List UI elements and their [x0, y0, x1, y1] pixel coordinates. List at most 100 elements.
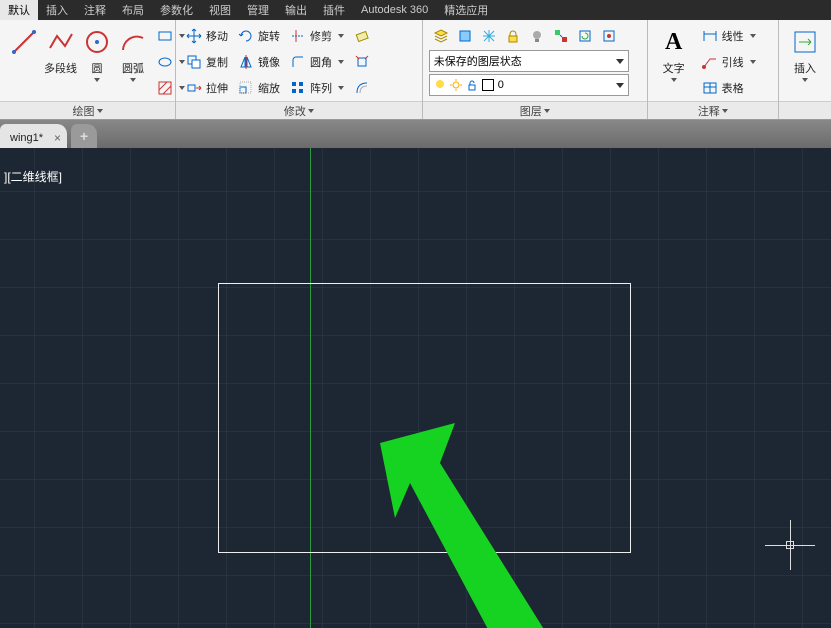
menu-layout[interactable]: 布局 — [114, 0, 152, 20]
array-button[interactable]: 阵列 — [286, 76, 348, 100]
bulb-icon — [434, 79, 446, 91]
polyline-button[interactable]: 多段线 — [42, 24, 79, 78]
dim-linear-button[interactable]: 线性 — [698, 24, 760, 48]
mirror-icon — [238, 54, 254, 70]
fillet-button[interactable]: 圆角 — [286, 50, 348, 74]
trim-icon — [290, 28, 306, 44]
circle-button[interactable]: 圆 — [79, 24, 115, 84]
stretch-icon — [186, 80, 202, 96]
erase-button[interactable] — [350, 24, 374, 48]
offset-icon — [354, 80, 370, 96]
unlock-icon — [466, 79, 478, 91]
array-icon — [290, 80, 306, 96]
arc-button[interactable]: 圆弧 — [115, 24, 151, 84]
menu-output[interactable]: 输出 — [277, 0, 315, 20]
ellipse-icon — [157, 54, 173, 70]
rotate-button[interactable]: 旋转 — [234, 24, 284, 48]
copy-icon — [186, 54, 202, 70]
drawing-canvas[interactable]: ][二维线框] — [0, 148, 831, 628]
move-button[interactable]: 移动 — [182, 24, 232, 48]
menu-parametric[interactable]: 参数化 — [152, 0, 201, 20]
insert-panel-title[interactable] — [779, 101, 831, 119]
text-icon: A — [658, 26, 690, 58]
menu-plugins[interactable]: 插件 — [315, 0, 353, 20]
leader-icon — [702, 54, 718, 70]
explode-button[interactable] — [350, 50, 374, 74]
polyline-icon — [45, 26, 77, 58]
arc-label: 圆弧 — [122, 60, 144, 76]
color-swatch — [482, 79, 494, 91]
layer-iso-button[interactable] — [453, 24, 477, 48]
menu-manage[interactable]: 管理 — [239, 0, 277, 20]
layer-freeze-button[interactable] — [477, 24, 501, 48]
layer-prev-icon — [577, 28, 593, 44]
snowflake-icon — [481, 28, 497, 44]
menu-featured[interactable]: 精选应用 — [436, 0, 496, 20]
scale-icon — [238, 80, 254, 96]
layer-more-button[interactable] — [597, 24, 621, 48]
menu-default[interactable]: 默认 — [0, 0, 38, 20]
layer-iso-icon — [457, 28, 473, 44]
menu-a360[interactable]: Autodesk 360 — [353, 2, 436, 18]
table-icon — [702, 80, 718, 96]
lock-icon — [505, 28, 521, 44]
close-icon[interactable]: × — [54, 131, 61, 145]
sun-icon — [450, 79, 462, 91]
drawing-tab-label: wing1* — [10, 132, 43, 144]
copy-button[interactable]: 复制 — [182, 50, 232, 74]
layer-prev-button[interactable] — [573, 24, 597, 48]
layers-panel-title[interactable]: 图层 — [423, 101, 647, 119]
leader-button[interactable]: 引线 — [698, 50, 760, 74]
layer-lock-button[interactable] — [501, 24, 525, 48]
explode-icon — [354, 54, 370, 70]
menu-annotate[interactable]: 注释 — [76, 0, 114, 20]
text-label: 文字 — [663, 60, 685, 76]
menu-bar: 默认 插入 注释 布局 参数化 视图 管理 输出 插件 Autodesk 360… — [0, 0, 831, 20]
annotate-panel-title[interactable]: 注释 — [648, 101, 778, 119]
layer-state-label: 未保存的图层状态 — [434, 53, 522, 69]
rectangle-object[interactable] — [218, 283, 631, 553]
insert-label: 插入 — [794, 60, 816, 76]
document-tab-bar: wing1* × + — [0, 120, 831, 148]
menu-insert[interactable]: 插入 — [38, 0, 76, 20]
viewport-label: ][二维线框] — [4, 168, 62, 185]
move-icon — [186, 28, 202, 44]
circle-icon — [81, 26, 113, 58]
scale-button[interactable]: 缩放 — [234, 76, 284, 100]
polyline-label: 多段线 — [44, 60, 77, 76]
erase-icon — [354, 28, 370, 44]
layer-match-button[interactable] — [549, 24, 573, 48]
line-icon — [8, 26, 40, 58]
layer-current-label: 0 — [498, 79, 504, 91]
insert-block-button[interactable]: 插入 — [785, 24, 825, 84]
layer-current-select[interactable]: 0 — [429, 74, 629, 96]
match-icon — [553, 28, 569, 44]
rotate-icon — [238, 28, 254, 44]
layers-icon — [433, 28, 449, 44]
mirror-button[interactable]: 镜像 — [234, 50, 284, 74]
layerprop-button[interactable] — [429, 24, 453, 48]
draw-panel-title[interactable]: 绘图 — [0, 101, 175, 119]
table-button[interactable]: 表格 — [698, 76, 760, 100]
drawing-tab[interactable]: wing1* × — [0, 124, 67, 148]
fillet-icon — [290, 54, 306, 70]
ribbon: 多段线 圆 圆弧 绘图 — [0, 20, 831, 120]
line-button[interactable] — [6, 24, 42, 60]
menu-view[interactable]: 视图 — [201, 0, 239, 20]
insert-block-icon — [789, 26, 821, 58]
dim-linear-icon — [702, 28, 718, 44]
arc-icon — [117, 26, 149, 58]
circle-label: 圆 — [92, 60, 103, 76]
hatch-icon — [157, 80, 173, 96]
trim-button[interactable]: 修剪 — [286, 24, 348, 48]
layer-off-button[interactable] — [525, 24, 549, 48]
layer-more-icon — [601, 28, 617, 44]
offset-button[interactable] — [350, 76, 374, 100]
modify-panel-title[interactable]: 修改 — [176, 101, 422, 119]
text-button[interactable]: A 文字 — [654, 24, 694, 84]
bulb-off-icon — [529, 28, 545, 44]
stretch-button[interactable]: 拉伸 — [182, 76, 232, 100]
new-tab-button[interactable]: + — [71, 124, 97, 148]
rect-icon — [157, 28, 173, 44]
layer-state-select[interactable]: 未保存的图层状态 — [429, 50, 629, 72]
